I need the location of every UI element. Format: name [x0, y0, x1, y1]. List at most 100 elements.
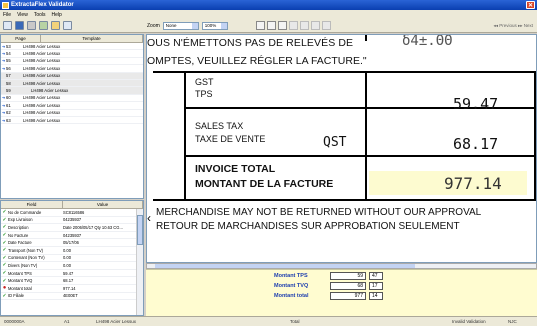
- document-view[interactable]: OUS N'ÉMETTONS PAS DE RELEVÉS DE OMPTES,…: [146, 34, 537, 263]
- column-header-value[interactable]: Value: [63, 201, 143, 208]
- column-header-field[interactable]: Field: [1, 201, 63, 208]
- field-row[interactable]: ✓ Date Facture 05/17/06: [1, 239, 136, 247]
- view-single-icon[interactable]: [256, 21, 265, 30]
- doc-notice-line-2: OMPTES, VEUILLEZ RÉGLER LA FACTURE.": [147, 55, 367, 67]
- field-row[interactable]: ✓ Description Date 2006/05/17 Qty 10.63 CG…: [1, 224, 136, 232]
- view-disabled-icon-1: [289, 21, 298, 30]
- page-row[interactable]: ➜ 56 LH498 Acier Lessux: [1, 65, 143, 73]
- field-name: Exp Livraison: [8, 217, 33, 223]
- field-entry-label: Montant TVQ: [274, 283, 309, 289]
- field-entry-input[interactable]: 59: [330, 272, 366, 280]
- field-row[interactable]: ✓ Transport (Non TV) 0.00: [1, 247, 136, 255]
- fields-scrollbar[interactable]: [136, 209, 143, 315]
- page-row[interactable]: ➜ 60 LH498 Acier Lessux: [1, 95, 143, 103]
- page-row[interactable]: ➜ 54 LH498 Acier Lessux: [1, 50, 143, 58]
- field-row[interactable]: ✓ Montant TVQ 68.17: [1, 277, 136, 285]
- field-entry-input[interactable]: 68: [330, 282, 366, 290]
- column-header-page[interactable]: Page: [1, 35, 41, 42]
- check-icon: ✓: [2, 270, 7, 277]
- page-row[interactable]: ➜ 62 LH498 Acier Lessux: [1, 110, 143, 117]
- page-number: 54: [6, 51, 11, 57]
- save-icon[interactable]: [15, 21, 24, 30]
- field-value: 0.00: [63, 247, 71, 253]
- field-name: Montant TVQ: [8, 278, 33, 284]
- page-row[interactable]: 59 LH498 Acier Lessux: [1, 87, 143, 95]
- document-scroll-thumb[interactable]: [155, 264, 415, 268]
- field-name: Transport (Non TV): [8, 247, 44, 253]
- menu-tools[interactable]: Tools: [34, 12, 46, 18]
- page-row[interactable]: 58 LH498 Acier Lessux: [1, 79, 143, 88]
- status-template: LH498 Acier Lessux: [96, 319, 137, 324]
- doc-notice-line-1: OUS N'ÉMETTONS PAS DE RELEVÉS DE: [147, 37, 354, 49]
- check-icon: ✓: [2, 209, 7, 216]
- page-template: LH498 Acier Lessux: [23, 102, 61, 108]
- toolbar: Zoom None 100% ◂◂ Previous ▸▸ Next: [0, 19, 537, 33]
- page-navigation[interactable]: ◂◂ Previous ▸▸ Next: [493, 23, 533, 29]
- check-icon: ✓: [2, 247, 7, 254]
- field-name: No Facture: [8, 232, 29, 238]
- gst-value: 59.47: [453, 95, 499, 113]
- percent-select[interactable]: 100%: [201, 21, 228, 30]
- page-row[interactable]: ➜ 53 LH498 Acier Lessux: [1, 43, 143, 51]
- scan-icon[interactable]: [39, 21, 48, 30]
- menu-file[interactable]: File: [3, 12, 11, 18]
- view-fit-icon[interactable]: [278, 21, 287, 30]
- page-number: 56: [6, 65, 11, 71]
- doc-cutoff-number: δ4±.ΘΘ: [402, 34, 453, 49]
- page-row[interactable]: ➜ 63 LH498 Acier Lessux: [1, 117, 143, 125]
- settings-icon[interactable]: [63, 21, 72, 30]
- fields-scroll-thumb[interactable]: [137, 215, 143, 245]
- menu-help[interactable]: Help: [52, 12, 62, 18]
- column-header-template[interactable]: Template: [41, 35, 143, 42]
- field-name: Contenant (Non TV): [8, 255, 45, 261]
- field-entry-cents-input[interactable]: 14: [369, 292, 383, 300]
- pages-panel: Page Template ➜ 53 LH498 Acier Lessux ➜ 54 LH…: [0, 34, 144, 199]
- check-icon: ✓: [2, 216, 7, 223]
- field-entry-cents-input[interactable]: 47: [369, 272, 383, 280]
- field-row[interactable]: ✓ Divers (Non TV) 0.00: [1, 262, 136, 270]
- view-double-icon[interactable]: [267, 21, 276, 30]
- page-number: 55: [6, 58, 11, 64]
- page-template: LH498 Acier Lessux: [23, 110, 61, 116]
- app-icon: [2, 1, 9, 9]
- close-button[interactable]: ✕: [526, 1, 535, 9]
- taxe-vente-label: TAXE DE VENTE: [195, 134, 266, 144]
- field-entry-row: Montant TVQ 68 17: [274, 282, 383, 290]
- field-row[interactable]: ✓ No de Commande SC8116586: [1, 209, 136, 217]
- page-row[interactable]: ➜ 61 LH498 Acier Lessux: [1, 102, 143, 110]
- field-row[interactable]: ✓ Exp Livraison 04235937: [1, 217, 136, 225]
- page-template: LH498 Acier Lessux: [23, 65, 61, 71]
- field-entry-input[interactable]: 977: [330, 292, 366, 300]
- page-template: LH498 Acier Lessux: [23, 117, 61, 123]
- menu-view[interactable]: View: [17, 12, 28, 18]
- page-template: LH498 Acier Lessux: [23, 58, 61, 64]
- field-name: Montant TPS: [8, 270, 32, 276]
- field-row[interactable]: ✓ ID Filiale 4E00ET: [1, 293, 136, 301]
- print-icon[interactable]: [27, 21, 36, 30]
- field-row[interactable]: ✓ Montant TPS 59.47: [1, 270, 136, 278]
- zoom-select[interactable]: None: [162, 21, 199, 30]
- fields-panel: Field Value ✓ No de Commande SC8116586 ✓ Exp…: [0, 200, 144, 316]
- page-number: 59: [6, 88, 11, 94]
- total-value: 977.14: [444, 174, 502, 193]
- page-row[interactable]: ➜ 55 LH498 Acier Lessux: [1, 58, 143, 66]
- check-icon: ✓: [2, 254, 7, 261]
- status-mode: Invalid Validation: [452, 319, 486, 324]
- check-icon: ✓: [2, 232, 7, 239]
- image-icon[interactable]: [51, 21, 60, 30]
- doc-divider: [365, 35, 367, 41]
- page-template: LH498 Acier Lessux: [31, 88, 69, 94]
- field-row[interactable]: ✓ No Facture 04235937: [1, 232, 136, 240]
- check-icon: ✓: [2, 224, 7, 231]
- field-entry-label: Montant total: [274, 293, 309, 299]
- merch-notice-line-1: MERCHANDISE MAY NOT BE RETURNED WITHOUT …: [156, 207, 482, 218]
- field-entry-row: Montant TPS 59 47: [274, 272, 383, 280]
- field-entry-cents-input[interactable]: 17: [369, 282, 383, 290]
- field-name: Divers (Non TV): [8, 262, 38, 268]
- open-folder-icon[interactable]: [3, 21, 12, 30]
- field-row[interactable]: ● Montant total 977.14: [1, 285, 136, 293]
- field-row[interactable]: ✓ Contenant (Non TV) 0.00: [1, 255, 136, 263]
- field-entry-panel: Montant TPS 59 47 Montant TVQ 68 17 Mont…: [146, 269, 537, 316]
- page-row[interactable]: 57 LH498 Acier Lessux: [1, 72, 143, 80]
- page-number: 60: [6, 95, 11, 101]
